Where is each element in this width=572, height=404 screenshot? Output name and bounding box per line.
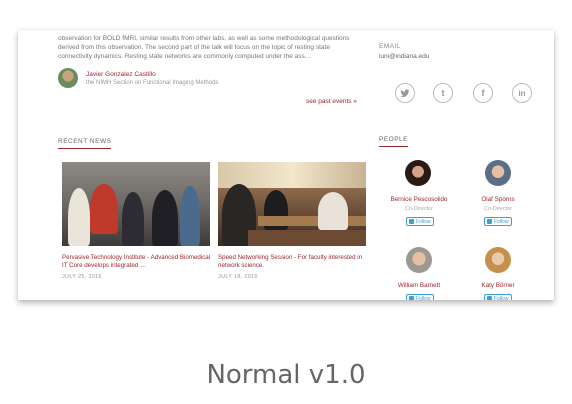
twitter-icon[interactable] [395,83,415,103]
follow-button-1[interactable]: Follow [406,217,435,226]
follow-button-3[interactable]: Follow [406,294,435,300]
news-image-2[interactable] [218,162,366,246]
see-past-events-link[interactable]: see past events » [306,98,357,105]
facebook-icon[interactable]: f [473,83,493,103]
speaker-avatar[interactable] [58,68,78,88]
person-avatar-4[interactable] [485,247,511,273]
linkedin-icon[interactable]: in [512,83,532,103]
news-date-1: JULY 25, 2016 [62,274,102,280]
email-label: EMAIL [379,43,402,50]
speaker-name[interactable]: Javier Gonzalez Castillo [86,71,218,78]
people-heading: PEOPLE [379,136,409,147]
person-avatar-2[interactable] [485,160,511,186]
news-date-2: JULY 18, 2016 [218,274,258,280]
version-caption: Normal v1.0 [206,360,366,390]
event-description: observation for BOLD fMRI, similar resul… [58,35,350,60]
page-card: observation for BOLD fMRI, similar resul… [18,30,554,300]
twitter-icon [409,296,414,300]
twitter-icon [409,219,414,224]
person-role-2: Co-Director [483,206,513,212]
speaker-affiliation: the NIMH Section on Functional Imaging M… [86,79,219,86]
news-title-1[interactable]: Pervasive Technology Institute - Advance… [62,254,212,270]
twitter-icon [487,296,492,300]
person-avatar-1[interactable] [405,160,431,186]
follow-button-4[interactable]: Follow [484,294,513,300]
news-title-2[interactable]: Speed Networking Session - For faculty i… [218,254,368,270]
event-speaker[interactable]: Javier Gonzalez Castillo the NIMH Sectio… [58,68,218,88]
person-name-2[interactable]: Olaf Sporns [448,196,548,203]
tumblr-icon[interactable]: t [433,83,453,103]
news-image-1[interactable] [62,162,210,246]
follow-button-2[interactable]: Follow [484,217,513,226]
person-name-4[interactable]: Katy Börner [448,282,548,289]
recent-news-heading: RECENT NEWS [58,138,112,149]
person-avatar-3[interactable] [406,247,432,273]
twitter-icon [487,219,492,224]
email-link[interactable]: iuni@indiana.edu [379,53,429,60]
